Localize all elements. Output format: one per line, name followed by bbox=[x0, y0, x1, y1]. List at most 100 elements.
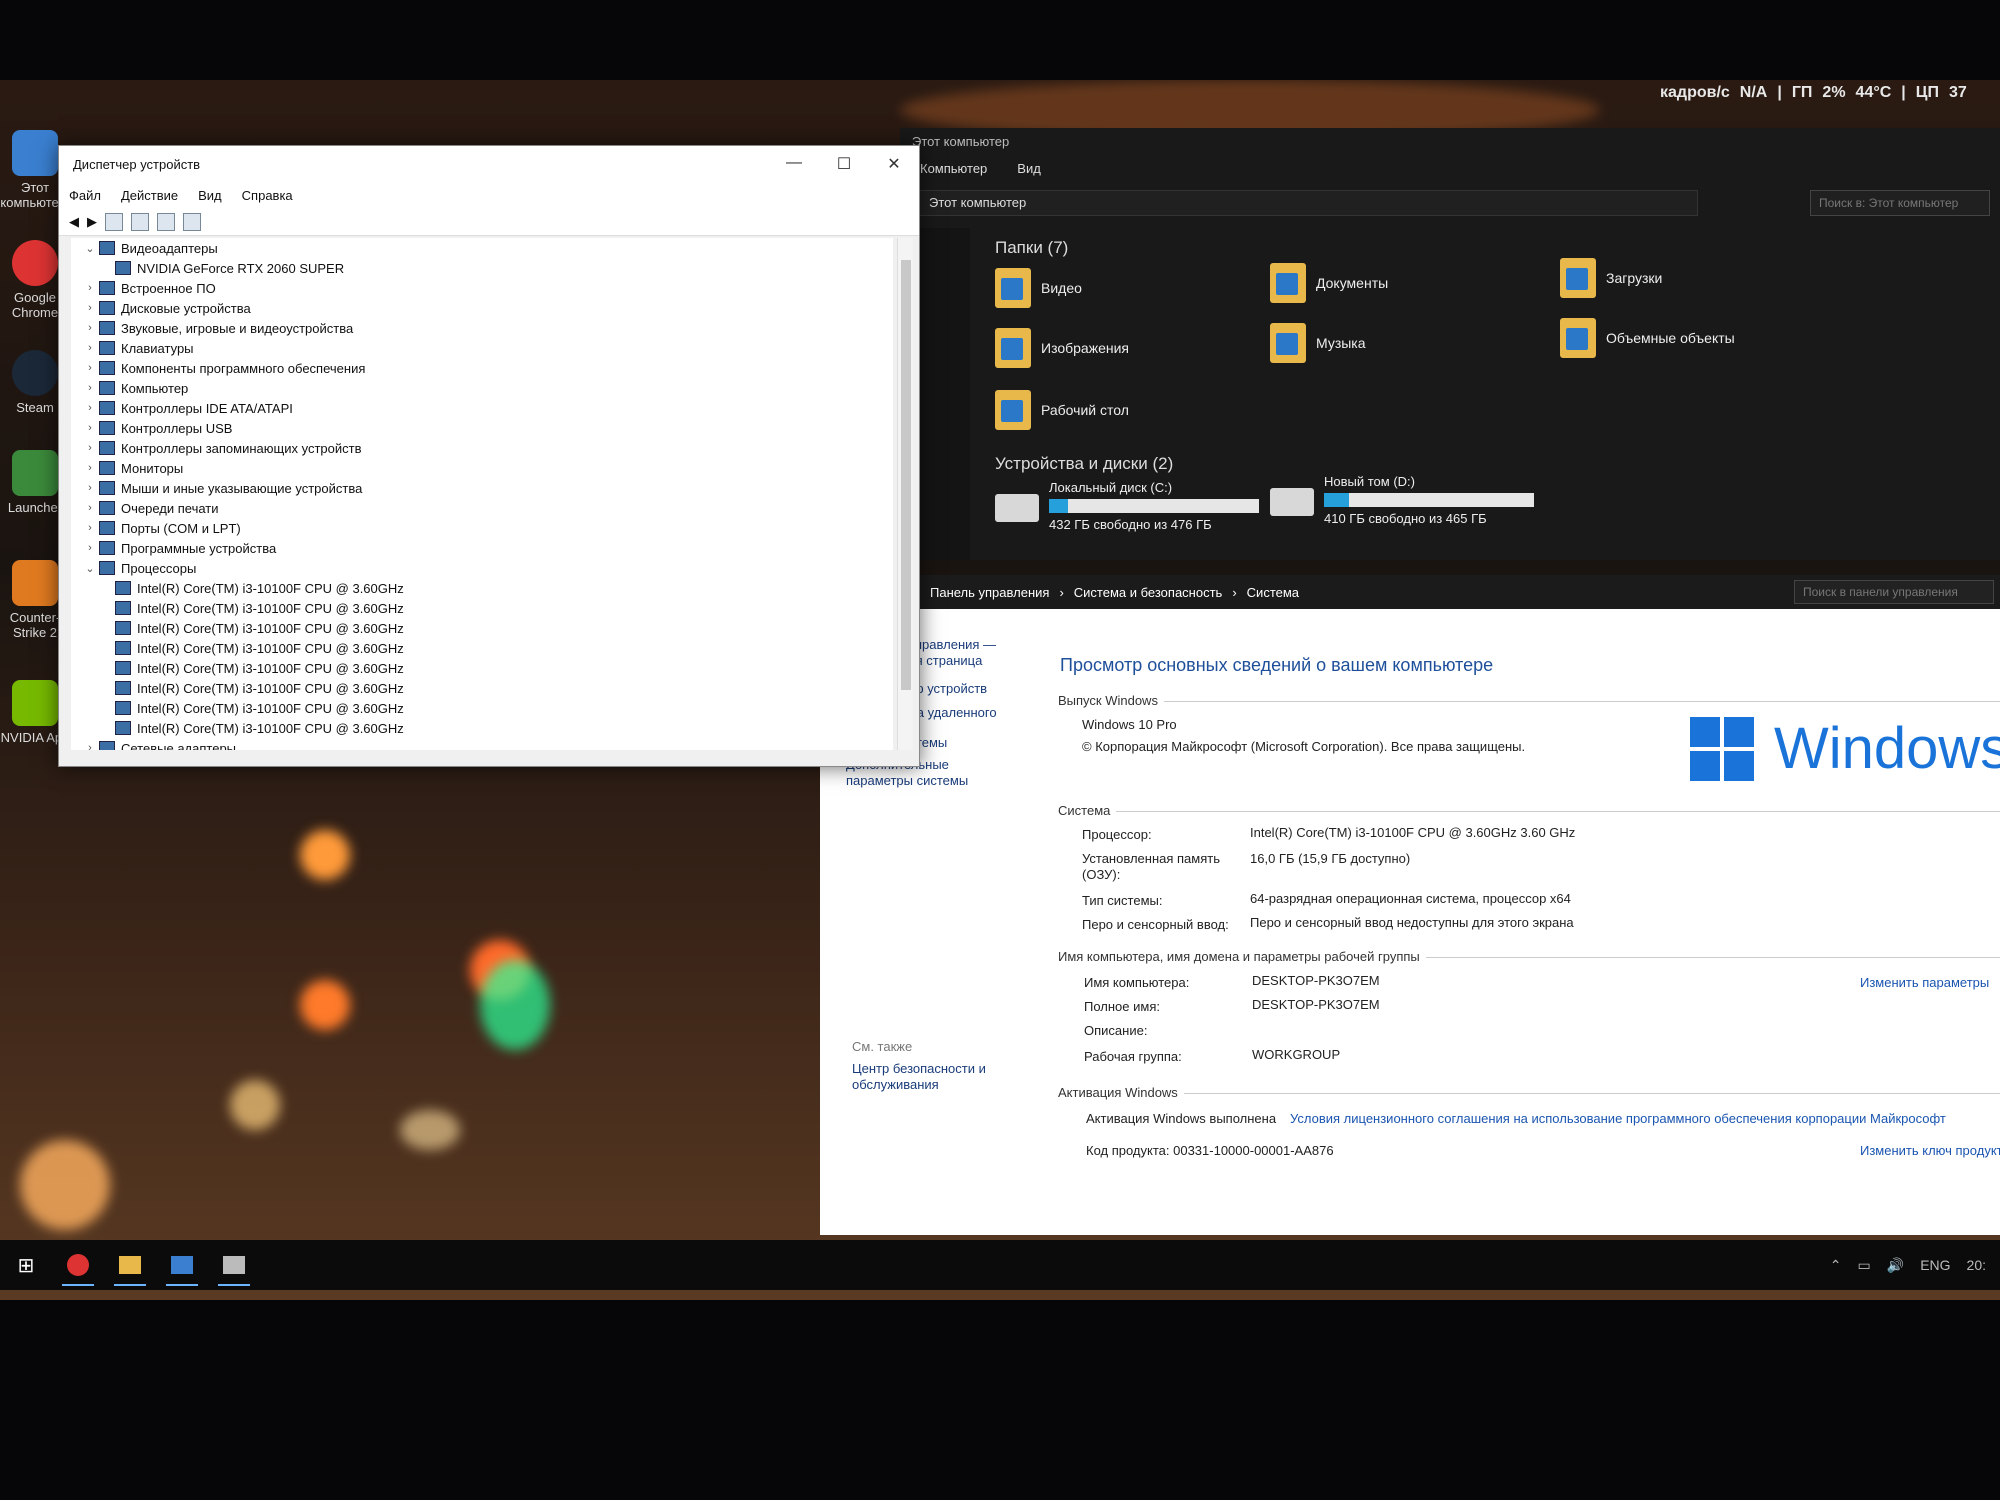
breadcrumb-security[interactable]: Система и безопасность bbox=[1074, 585, 1223, 600]
folders-header[interactable]: Папки (7) bbox=[995, 238, 1068, 258]
network-icon[interactable]: ▭ bbox=[1858, 1257, 1871, 1274]
device-category[interactable]: › Встроенное ПО bbox=[71, 278, 893, 298]
license-terms-link[interactable]: Условия лицензионного соглашения на испо… bbox=[1290, 1111, 1946, 1126]
device-category[interactable]: › Порты (COM и LPT) bbox=[71, 518, 893, 538]
device-category[interactable]: › Компоненты программного обеспечения bbox=[71, 358, 893, 378]
back-icon[interactable]: ◀ bbox=[69, 214, 79, 230]
menu-view[interactable]: Вид bbox=[1017, 161, 1041, 176]
device-category[interactable]: › Компьютер bbox=[71, 378, 893, 398]
chevron-right-icon[interactable]: › bbox=[81, 542, 99, 554]
device-manager-window: Диспетчер устройств — ☐ ✕ Файл Действие Ви… bbox=[58, 145, 920, 767]
device-category[interactable]: › Очереди печати bbox=[71, 498, 893, 518]
folder-3d-objects[interactable]: Объемные объекты bbox=[1560, 318, 1735, 358]
chevron-right-icon[interactable]: › bbox=[81, 742, 99, 750]
folder-downloads[interactable]: Загрузки bbox=[1560, 258, 1662, 298]
edition-value: Windows 10 Pro bbox=[1082, 717, 1177, 732]
help-icon[interactable] bbox=[131, 212, 149, 231]
menu-help[interactable]: Справка bbox=[242, 188, 293, 203]
ram-label: Установленная память (ОЗУ): bbox=[1082, 851, 1220, 882]
chevron-right-icon[interactable]: › bbox=[81, 362, 99, 374]
device-category[interactable]: › Контроллеры запоминающих устройств bbox=[71, 438, 893, 458]
device-item[interactable]: Intel(R) Core(TM) i3-10100F CPU @ 3.60GH… bbox=[71, 578, 893, 598]
chevron-right-icon[interactable]: › bbox=[81, 342, 99, 354]
device-category[interactable]: ⌄ Процессоры bbox=[71, 558, 893, 578]
breadcrumb-control-panel[interactable]: Панель управления bbox=[930, 585, 1049, 600]
music-folder-icon bbox=[1270, 323, 1306, 363]
chevron-right-icon[interactable]: › bbox=[81, 282, 99, 294]
menu-file[interactable]: Файл bbox=[69, 188, 101, 203]
change-settings-link[interactable]: Изменить параметры bbox=[1860, 975, 2000, 990]
close-button[interactable]: ✕ bbox=[869, 154, 919, 174]
explorer-address-bar[interactable]: Этот компьютер bbox=[918, 190, 1698, 216]
chevron-right-icon[interactable]: › bbox=[81, 482, 99, 494]
language-indicator[interactable]: ENG bbox=[1920, 1257, 1950, 1274]
device-icon bbox=[115, 261, 131, 275]
properties-icon[interactable] bbox=[105, 212, 123, 231]
breadcrumb-system[interactable]: Система bbox=[1247, 585, 1299, 600]
control-panel-search[interactable]: Поиск в панели управления bbox=[1794, 580, 1994, 604]
pen-label: Перо и сенсорный ввод: bbox=[1082, 917, 1229, 932]
device-item[interactable]: Intel(R) Core(TM) i3-10100F CPU @ 3.60GH… bbox=[71, 618, 893, 638]
pen-value: Перо и сенсорный ввод недоступны для это… bbox=[1250, 915, 1574, 930]
minimize-button[interactable]: — bbox=[769, 154, 819, 174]
device-item[interactable]: Intel(R) Core(TM) i3-10100F CPU @ 3.60GH… bbox=[71, 598, 893, 618]
system-header: Система bbox=[1058, 803, 2000, 818]
tree-scrollbar[interactable] bbox=[897, 238, 913, 750]
volume-icon[interactable]: 🔊 bbox=[1887, 1257, 1904, 1274]
chrome-taskbar-icon[interactable] bbox=[52, 1240, 104, 1290]
chevron-right-icon[interactable]: › bbox=[81, 522, 99, 534]
folder-pictures[interactable]: Изображения bbox=[995, 328, 1129, 368]
cpu-label: Процессор: bbox=[1082, 827, 1152, 842]
device-category[interactable]: › Дисковые устройства bbox=[71, 298, 893, 318]
device-item[interactable]: NVIDIA GeForce RTX 2060 SUPER bbox=[71, 258, 893, 278]
link-security-center[interactable]: Центр безопасности и обслуживания bbox=[852, 1061, 1012, 1093]
chevron-right-icon[interactable]: › bbox=[81, 462, 99, 474]
device-item[interactable]: Intel(R) Core(TM) i3-10100F CPU @ 3.60GH… bbox=[71, 658, 893, 678]
forward-icon[interactable]: ▶ bbox=[87, 214, 97, 230]
explorer-search-input[interactable]: Поиск в: Этот компьютер bbox=[1810, 190, 1990, 216]
device-item[interactable]: Intel(R) Core(TM) i3-10100F CPU @ 3.60GH… bbox=[71, 678, 893, 698]
chevron-right-icon[interactable]: › bbox=[81, 442, 99, 454]
device-category[interactable]: ⌄ Видеоадаптеры bbox=[71, 238, 893, 258]
monitor-icon[interactable] bbox=[183, 212, 201, 231]
device-category[interactable]: › Программные устройства bbox=[71, 538, 893, 558]
folder-music[interactable]: Музыка bbox=[1270, 323, 1366, 363]
drive-c[interactable]: Локальный диск (C:) 432 ГБ свободно из 4… bbox=[995, 480, 1259, 532]
chevron-down-icon[interactable]: ⌄ bbox=[81, 562, 99, 575]
chevron-right-icon[interactable]: › bbox=[81, 422, 99, 434]
device-item[interactable]: Intel(R) Core(TM) i3-10100F CPU @ 3.60GH… bbox=[71, 718, 893, 738]
clock[interactable]: 20: bbox=[1967, 1257, 1986, 1274]
device-item[interactable]: Intel(R) Core(TM) i3-10100F CPU @ 3.60GH… bbox=[71, 638, 893, 658]
chevron-right-icon[interactable]: › bbox=[81, 302, 99, 314]
start-icon[interactable]: ⊞ bbox=[0, 1240, 52, 1290]
folder-video[interactable]: Видео bbox=[995, 268, 1082, 308]
device-category[interactable]: › Контроллеры USB bbox=[71, 418, 893, 438]
change-key-link[interactable]: Изменить ключ продукта bbox=[1860, 1143, 2000, 1158]
folder-documents[interactable]: Документы bbox=[1270, 263, 1388, 303]
device-manager-taskbar-icon[interactable] bbox=[208, 1240, 260, 1290]
menu-view[interactable]: Вид bbox=[198, 188, 222, 203]
menu-action[interactable]: Действие bbox=[121, 188, 178, 203]
view-icon[interactable] bbox=[157, 212, 175, 231]
device-category[interactable]: › Сетевые адаптеры bbox=[71, 738, 893, 750]
device-category[interactable]: › Звуковые, игровые и видеоустройства bbox=[71, 318, 893, 338]
chevron-right-icon[interactable]: › bbox=[81, 322, 99, 334]
chevron-right-icon[interactable]: › bbox=[81, 502, 99, 514]
drives-header[interactable]: Устройства и диски (2) bbox=[995, 454, 1173, 474]
control-panel-taskbar-icon[interactable] bbox=[156, 1240, 208, 1290]
explorer-taskbar-icon[interactable] bbox=[104, 1240, 156, 1290]
device-category[interactable]: › Мониторы bbox=[71, 458, 893, 478]
chevron-right-icon[interactable]: › bbox=[81, 382, 99, 394]
tray-chevron-icon[interactable]: ⌃ bbox=[1830, 1257, 1842, 1274]
menu-computer[interactable]: Компьютер bbox=[920, 161, 987, 176]
chevron-right-icon[interactable]: › bbox=[81, 402, 99, 414]
device-item[interactable]: Intel(R) Core(TM) i3-10100F CPU @ 3.60GH… bbox=[71, 698, 893, 718]
device-category[interactable]: › Клавиатуры bbox=[71, 338, 893, 358]
chevron-down-icon[interactable]: ⌄ bbox=[81, 242, 99, 255]
device-category[interactable]: › Мыши и иные указывающие устройства bbox=[71, 478, 893, 498]
maximize-button[interactable]: ☐ bbox=[819, 154, 869, 174]
drive-d[interactable]: Новый том (D:) 410 ГБ свободно из 465 ГБ bbox=[1270, 474, 1534, 526]
device-category[interactable]: › Контроллеры IDE ATA/ATAPI bbox=[71, 398, 893, 418]
scroll-thumb[interactable] bbox=[901, 260, 911, 690]
folder-desktop[interactable]: Рабочий стол bbox=[995, 390, 1129, 430]
